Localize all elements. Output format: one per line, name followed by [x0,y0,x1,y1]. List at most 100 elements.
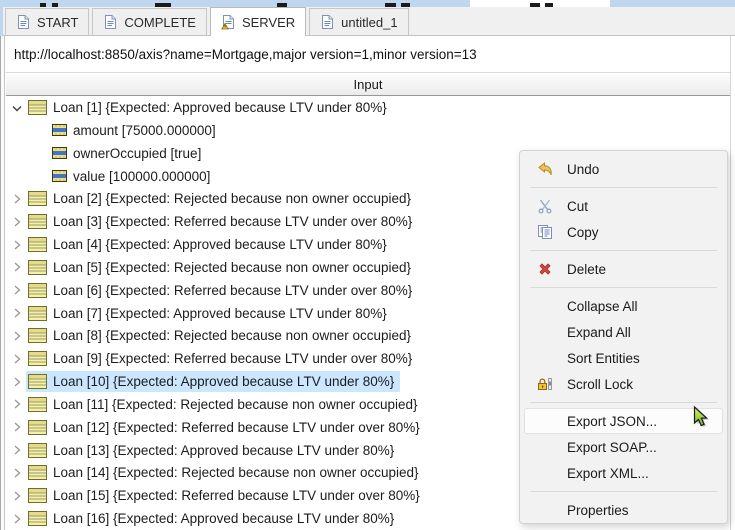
application-window: STARTCOMPLETE SERVER untitled_1 http://loc… [0,0,735,530]
service-url-text: http://localhost:8850/axis?name=Mortgage… [14,47,477,62]
menu-item-undo[interactable]: Undo [524,156,723,182]
tree-item-label: ownerOccupied [true] [73,146,201,161]
tree-row-body[interactable]: Loan [16] {Expected: Approved because LT… [26,508,400,529]
tree-item-label: Loan [11] {Expected: Rejected because no… [53,397,418,412]
menu-item-scroll-lock[interactable]: Scroll Lock [524,371,723,397]
document-icon [16,14,31,30]
tree-item-label: Loan [4] {Expected: Approved because LTV… [53,237,387,252]
input-column-header-label: Input [354,77,383,92]
entity-icon [28,443,47,458]
tree-item-label: Loan [14] {Expected: Rejected because no… [53,465,419,480]
menu-item-properties[interactable]: Properties [524,497,723,523]
tree-item-label: Loan [5] {Expected: Rejected because non… [53,260,411,275]
entity-icon [28,283,47,298]
tab-untitled-1[interactable]: untitled_1 [309,8,408,35]
menu-separator-line [530,287,717,288]
chevron-right-icon[interactable] [8,305,26,321]
chevron-right-icon[interactable] [8,488,26,504]
menu-item-export-json[interactable]: Export JSON... [524,408,723,434]
entity-icon [28,214,47,229]
tree-row[interactable]: Loan [1] {Expected: Approved because LTV… [6,96,730,119]
document-icon [103,14,118,30]
tree-row-body[interactable]: amount [75000.000000] [50,120,222,141]
tree-row-body[interactable]: Loan [15] {Expected: Referred because LT… [26,485,426,506]
context-menu: Undo CutCopy Delete Collapse All Expand All S… [519,150,728,524]
chevron-right-icon[interactable] [8,328,26,344]
chevron-right-icon[interactable] [8,511,26,527]
chevron-right-icon[interactable] [8,259,26,275]
window-border-accent [0,7,3,36]
menu-item-label: Export XML... [567,466,649,481]
tree-row-body[interactable]: Loan [3] {Expected: Referred because LTV… [26,211,418,232]
chevron-right-icon[interactable] [8,351,26,367]
entity-icon [28,191,47,206]
tree-row-body[interactable]: Loan [14] {Expected: Rejected because no… [26,462,425,483]
undo-icon [535,161,555,177]
tab-start[interactable]: START [5,8,89,35]
menu-item-cut[interactable]: Cut [524,193,723,219]
tree-item-label: Loan [2] {Expected: Rejected because non… [53,191,411,206]
menu-item-label: Export JSON... [567,414,657,429]
menu-item-export-xml[interactable]: Export XML... [524,460,723,486]
chevron-down-icon[interactable] [8,100,26,116]
chevron-right-icon[interactable] [8,442,26,458]
chevron-right-icon[interactable] [8,214,26,230]
tree-item-label: Loan [8] {Expected: Rejected because non… [53,328,411,343]
tree-row-body[interactable]: Loan [6] {Expected: Referred because LTV… [26,280,418,301]
tree-row-body[interactable]: Loan [2] {Expected: Rejected because non… [26,188,417,209]
menu-item-label: Undo [567,162,599,177]
tree-item-label: Loan [3] {Expected: Referred because LTV… [53,214,412,229]
menu-item-expand-all[interactable]: Expand All [524,319,723,345]
menu-item-collapse-all[interactable]: Collapse All [524,293,723,319]
entity-icon [28,237,47,252]
tree-row-body[interactable]: Loan [9] {Expected: Referred because LTV… [26,348,418,369]
menu-separator-line [530,250,717,251]
chevron-right-icon[interactable] [8,396,26,412]
tree-item-label: Loan [16] {Expected: Approved because LT… [53,511,394,526]
menu-item-copy[interactable]: Copy [524,219,723,245]
tree-row-body[interactable]: value [100000.000000] [50,166,216,187]
tree-row-body[interactable]: ownerOccupied [true] [50,143,207,164]
tree-row-body[interactable]: Loan [8] {Expected: Rejected because non… [26,325,417,346]
menu-separator [530,397,717,408]
menu-item-label: Properties [567,503,629,518]
chevron-right-icon[interactable] [8,282,26,298]
entity-icon [28,100,47,115]
menu-separator-line [530,491,717,492]
chevron-right-icon[interactable] [8,191,26,207]
entity-icon [28,306,47,321]
input-column-header[interactable]: Input [6,72,730,96]
menu-item-delete[interactable]: Delete [524,256,723,282]
tab-label: untitled_1 [341,15,397,30]
tree-row-body[interactable]: Loan [5] {Expected: Rejected because non… [26,257,417,278]
tree-row-body[interactable]: Loan [7] {Expected: Approved because LTV… [26,303,393,324]
entity-icon [28,488,47,503]
menu-item-label: Sort Entities [567,351,640,366]
tree-row-body[interactable]: Loan [13] {Expected: Approved because LT… [26,440,400,461]
tree-row-body[interactable]: Loan [10] {Expected: Approved because LT… [26,371,400,392]
chevron-right-icon[interactable] [8,419,26,435]
entity-icon [28,420,47,435]
tree-item-label: Loan [12] {Expected: Referred because LT… [53,420,420,435]
clipped-upper-tab-strip [0,0,735,7]
address-row: http://localhost:8850/axis?name=Mortgage… [6,36,730,72]
menu-separator [530,182,717,193]
tree-row-body[interactable]: Loan [4] {Expected: Approved because LTV… [26,234,393,255]
menu-item-sort-entities[interactable]: Sort Entities [524,345,723,371]
menu-item-export-soap[interactable]: Export SOAP... [524,434,723,460]
chevron-right-icon[interactable] [8,374,26,390]
tab-bar: STARTCOMPLETE SERVER untitled_1 [0,7,735,36]
field-icon [52,147,67,159]
tab-complete[interactable]: COMPLETE [92,8,207,35]
tree-row-body[interactable]: Loan [12] {Expected: Referred because LT… [26,417,426,438]
tab-label: SERVER [242,15,295,30]
chevron-right-icon[interactable] [8,237,26,253]
tree-row-body[interactable]: Loan [11] {Expected: Rejected because no… [26,394,424,415]
tree-item-label: Loan [1] {Expected: Approved because LTV… [53,100,387,115]
tree-row[interactable]: amount [75000.000000] [6,119,730,142]
tree-row-body[interactable]: Loan [1] {Expected: Approved because LTV… [26,97,393,118]
chevron-right-icon[interactable] [8,465,26,481]
menu-item-label: Expand All [567,325,631,340]
tab-server[interactable]: SERVER [210,7,306,36]
entity-icon [28,351,47,366]
